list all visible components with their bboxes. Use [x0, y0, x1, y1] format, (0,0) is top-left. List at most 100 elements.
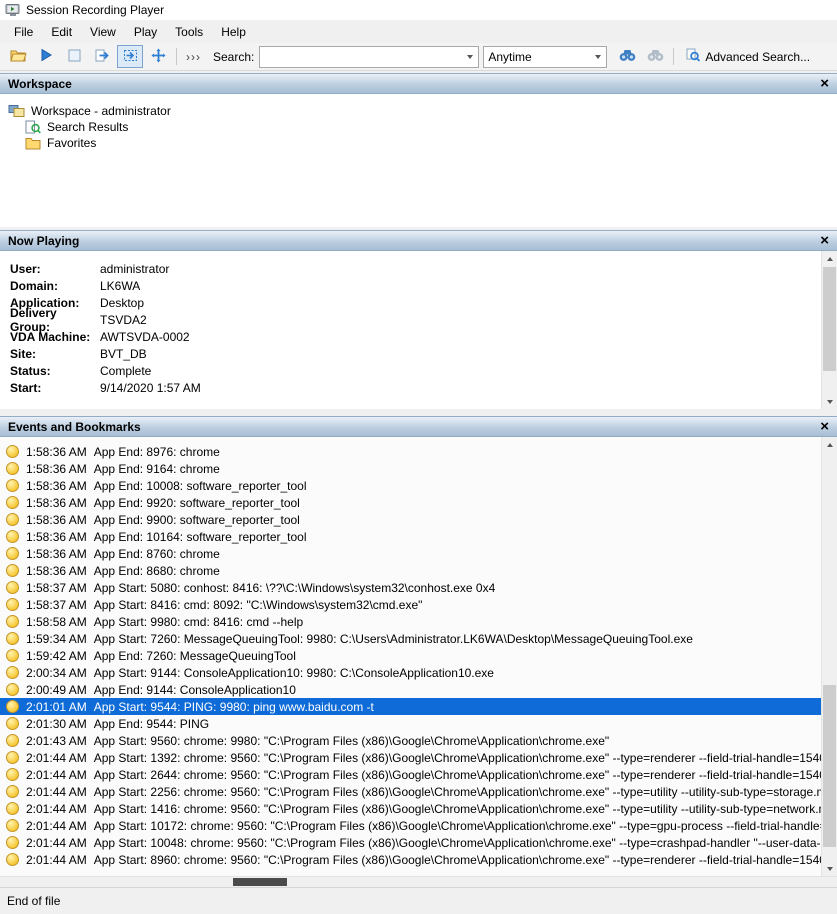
advanced-search-button[interactable]: Advanced Search...	[678, 45, 818, 68]
search-results-icon	[25, 120, 41, 134]
event-bullet-icon	[6, 785, 19, 798]
toolbar-overflow-chevron-icon[interactable]	[181, 50, 206, 64]
tree-item-favorites[interactable]: Favorites	[0, 135, 837, 151]
event-bullet-icon	[6, 462, 19, 475]
menu-help[interactable]: Help	[212, 22, 255, 42]
event-row[interactable]: 2:01:44 AM App Start: 1392: chrome: 9560:…	[0, 749, 837, 766]
now-playing-close-button[interactable]	[820, 233, 829, 248]
event-text: App End: 8976: chrome	[94, 445, 220, 459]
event-row[interactable]: 2:01:44 AMApp Start: 8960: chrome: 9560:…	[0, 851, 837, 868]
event-row[interactable]: 2:00:34 AMApp Start: 9144: ConsoleApplic…	[0, 664, 837, 681]
event-row[interactable]: 1:58:36 AMApp End: 9920: software_report…	[0, 494, 837, 511]
field-value: Desktop	[100, 296, 144, 310]
now-playing-scrollbar[interactable]	[821, 251, 837, 409]
search-input[interactable]	[264, 46, 462, 68]
seek-event-button[interactable]	[89, 45, 115, 68]
event-text: App Start: 1392: chrome: 9560: "C:\Progr…	[94, 751, 837, 765]
event-row[interactable]: 2:01:43 AMApp Start: 9560: chrome: 9980:…	[0, 732, 837, 749]
search-dropdown-arrow-icon[interactable]	[462, 47, 478, 67]
pan-button[interactable]	[145, 45, 171, 68]
event-row[interactable]: 2:01:44 AMApp Start: 1416: chrome: 9560:…	[0, 800, 837, 817]
event-bullet-icon	[6, 598, 19, 611]
event-row[interactable]: 1:58:37 AMApp Start: 5080: conhost: 8416…	[0, 579, 837, 596]
event-row[interactable]: 2:01:44 AMApp Start: 2256: chrome: 9560:…	[0, 783, 837, 800]
event-bullet-icon	[6, 496, 19, 509]
events-list: 1:58:36 AMApp End: 8976: chrome1:58:36 A…	[0, 443, 837, 868]
event-row[interactable]: 1:58:36 AMApp End: 9900: software_report…	[0, 511, 837, 528]
scroll-down-arrow-icon[interactable]	[822, 861, 837, 876]
field-value: AWTSVDA-0002	[100, 330, 190, 344]
event-row[interactable]: 1:58:36 AM App End: 8976: chrome	[0, 443, 837, 460]
field-value: administrator	[100, 262, 169, 276]
horizontal-scroll-thumb[interactable]	[233, 878, 287, 886]
scroll-down-arrow-icon[interactable]	[822, 394, 837, 409]
event-bullet-icon	[6, 615, 19, 628]
event-row[interactable]: 2:01:44 AMApp Start: 10048: chrome: 9560…	[0, 834, 837, 851]
find-previous-button[interactable]	[642, 45, 668, 68]
event-row[interactable]: 1:58:37 AMApp Start: 8416: cmd: 8092: "C…	[0, 596, 837, 613]
menu-edit[interactable]: Edit	[42, 22, 81, 42]
event-bullet-icon	[6, 734, 19, 747]
workspace-tree-children: Search ResultsFavorites	[0, 119, 837, 151]
events-scrollbar[interactable]	[821, 437, 837, 876]
snap-to-events-toggle[interactable]	[117, 45, 143, 68]
now-playing-field: Site:BVT_DB	[0, 345, 837, 362]
now-playing-field: Domain:LK6WA	[0, 277, 837, 294]
event-row[interactable]: 2:01:44 AMApp Start: 10172: chrome: 9560…	[0, 817, 837, 834]
now-playing-fields: User:administratorDomain:LK6WAApplicatio…	[0, 260, 837, 396]
event-row[interactable]: 1:58:58 AMApp Start: 9980: cmd: 8416: cm…	[0, 613, 837, 630]
now-playing-body: User:administratorDomain:LK6WAApplicatio…	[0, 251, 837, 409]
menu-tools[interactable]: Tools	[166, 22, 212, 42]
event-text: App Start: 7260: MessageQueuingTool: 998…	[94, 632, 693, 646]
event-row[interactable]: 1:58:36 AMApp End: 9164: chrome	[0, 460, 837, 477]
event-bullet-icon	[6, 836, 19, 849]
event-time: 2:00:49 AM	[26, 683, 87, 697]
event-row[interactable]: 1:58:36 AMApp End: 8680: chrome	[0, 562, 837, 579]
scroll-up-arrow-icon[interactable]	[822, 437, 837, 452]
workspace-tree: Workspace - administrator Search Results…	[0, 94, 837, 227]
play-button[interactable]	[33, 45, 59, 68]
event-text: App Start: 10172: chrome: 9560: "C:\Prog…	[94, 819, 837, 833]
scroll-up-arrow-icon[interactable]	[822, 251, 837, 266]
time-filter-combobox[interactable]: Anytime	[483, 46, 607, 68]
search-combobox[interactable]	[259, 46, 479, 68]
spacer	[0, 409, 837, 416]
events-close-button[interactable]	[820, 419, 829, 434]
open-file-button[interactable]	[5, 45, 31, 68]
field-label: Site:	[10, 347, 100, 361]
scroll-thumb[interactable]	[823, 685, 836, 847]
event-row[interactable]: 1:58:36 AMApp End: 10164: software_repor…	[0, 528, 837, 545]
menu-view[interactable]: View	[81, 22, 125, 42]
event-time: 1:58:36 AM	[26, 547, 87, 561]
event-row[interactable]: 1:58:36 AMApp End: 10008: software_repor…	[0, 477, 837, 494]
event-time: 1:58:37 AM	[26, 598, 87, 612]
tree-item-workspace-root[interactable]: Workspace - administrator	[0, 103, 837, 119]
event-time: 2:01:44 AM	[26, 751, 87, 765]
event-bullet-icon	[6, 513, 19, 526]
event-row[interactable]: 1:59:42 AMApp End: 7260: MessageQueuingT…	[0, 647, 837, 664]
event-row[interactable]: 2:00:49 AMApp End: 9144: ConsoleApplicat…	[0, 681, 837, 698]
event-row[interactable]: 2:01:44 AMApp Start: 2644: chrome: 9560:…	[0, 766, 837, 783]
frame-view-button[interactable]	[61, 45, 87, 68]
favorites-folder-icon	[25, 137, 41, 150]
snap-to-events-icon	[122, 48, 139, 66]
event-row[interactable]: 2:01:01 AMApp Start: 9544: PING: 9980: p…	[0, 698, 837, 715]
now-playing-field: Start:9/14/2020 1:57 AM	[0, 379, 837, 396]
event-time: 1:58:36 AM	[26, 445, 87, 459]
menu-file[interactable]: File	[5, 22, 42, 42]
now-playing-field: Status:Complete	[0, 362, 837, 379]
event-time: 1:59:42 AM	[26, 649, 87, 663]
event-row[interactable]: 1:58:36 AMApp End: 8760: chrome	[0, 545, 837, 562]
find-next-button[interactable]	[614, 45, 640, 68]
event-row[interactable]: 2:01:30 AMApp End: 9544: PING	[0, 715, 837, 732]
scroll-thumb[interactable]	[823, 267, 836, 371]
events-horizontal-scrollbar[interactable]	[0, 876, 837, 887]
time-filter-dropdown-arrow-icon[interactable]	[590, 47, 606, 67]
field-value: 9/14/2020 1:57 AM	[100, 381, 201, 395]
event-row[interactable]: 1:59:34 AMApp Start: 7260: MessageQueuin…	[0, 630, 837, 647]
event-text: App Start: 2644: chrome: 9560: "C:\Progr…	[94, 768, 837, 782]
event-time: 2:01:43 AM	[26, 734, 87, 748]
workspace-close-button[interactable]	[820, 76, 829, 91]
tree-item-search-results[interactable]: Search Results	[0, 119, 837, 135]
menu-play[interactable]: Play	[125, 22, 166, 42]
